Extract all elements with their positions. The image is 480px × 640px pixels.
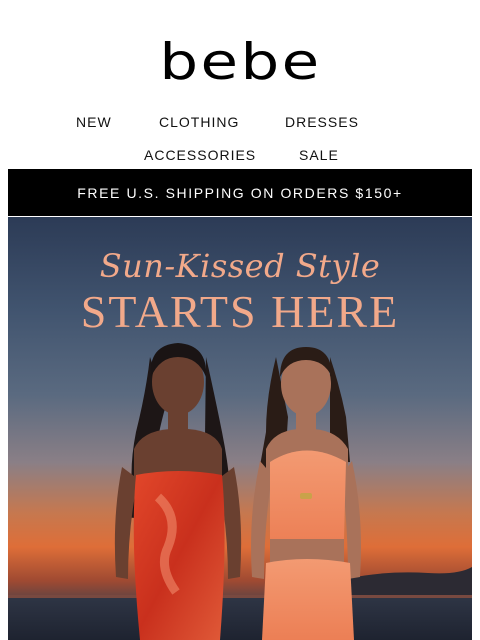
nav-row-1: NEW CLOTHING DRESSES <box>0 113 480 133</box>
coral-skirt <box>262 559 354 640</box>
nav-link-dresses[interactable]: DRESSES <box>285 113 359 131</box>
sea <box>8 595 472 640</box>
email-page: bebe NEW CLOTHING DRESSES ACCESSORIES SA… <box>0 0 480 640</box>
free-shipping-text: FREE U.S. SHIPPING ON ORDERS $150+ <box>77 184 403 201</box>
nav-row-2: ACCESSORIES SALE <box>0 146 480 166</box>
bebe-logo[interactable]: bebe <box>159 37 321 87</box>
nav-link-sale[interactable]: SALE <box>299 146 339 164</box>
sea-glow <box>8 595 472 598</box>
model-right <box>251 347 361 640</box>
nav-link-clothing[interactable]: CLOTHING <box>159 113 239 131</box>
hero-banner[interactable]: Sun-Kissed Style STARTS HERE <box>8 217 472 640</box>
hero-headline: STARTS HERE <box>80 286 400 337</box>
free-shipping-banner[interactable]: FREE U.S. SHIPPING ON ORDERS $150+ <box>8 169 472 216</box>
red-dress <box>133 471 225 640</box>
nav-link-accessories[interactable]: ACCESSORIES <box>144 146 256 164</box>
hero-script-heading: Sun-Kissed Style <box>99 247 381 285</box>
nav-link-new[interactable]: NEW <box>76 113 112 131</box>
logo-area: bebe <box>0 37 480 87</box>
